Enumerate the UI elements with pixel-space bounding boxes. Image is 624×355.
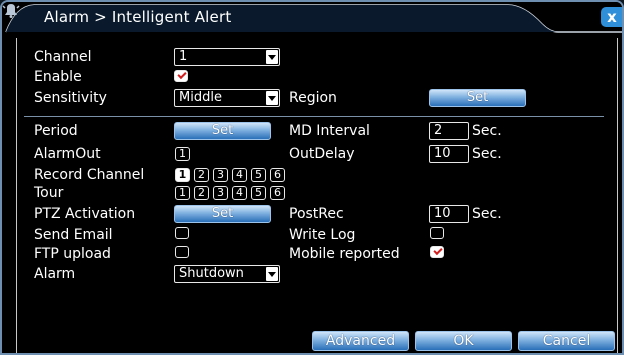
section-divider [24, 116, 604, 117]
channel-label: Channel [34, 49, 92, 65]
chevron-down-icon [266, 267, 278, 281]
sensitivity-label: Sensitivity [34, 90, 107, 106]
md-interval-label: MD Interval [289, 123, 370, 139]
sensitivity-select[interactable]: Middle [174, 89, 280, 107]
tour-label: Tour [34, 185, 64, 201]
record-channel-3[interactable]: 3 [213, 168, 228, 182]
alarmout-channel-1[interactable]: 1 [175, 147, 190, 161]
record-channel-2[interactable]: 2 [194, 168, 209, 182]
tour-channel-6[interactable]: 6 [270, 186, 285, 200]
advanced-button[interactable]: Advanced [312, 331, 409, 351]
close-button[interactable]: x [601, 7, 622, 27]
md-interval-input[interactable]: 2 [429, 122, 469, 140]
tour-channel-1[interactable]: 1 [175, 186, 190, 200]
record-channel-5[interactable]: 5 [251, 168, 266, 182]
ok-button[interactable]: OK [415, 331, 512, 351]
alarm-label: Alarm [34, 266, 76, 282]
tour-channel-5[interactable]: 5 [251, 186, 266, 200]
close-icon: x [607, 8, 617, 26]
postrec-input[interactable]: 10 [429, 205, 469, 223]
period-set-button[interactable]: Set [174, 122, 271, 140]
tour-channel-3[interactable]: 3 [213, 186, 228, 200]
record-channel-1[interactable]: 1 [175, 168, 190, 182]
mobile-reported-checkbox[interactable] [430, 246, 444, 258]
send-email-checkbox[interactable] [175, 227, 189, 239]
outdelay-unit: Sec. [472, 146, 502, 162]
alarm-bell-icon [2, 4, 20, 18]
alarm-value: Shutdown [179, 266, 244, 281]
chevron-down-icon [266, 91, 278, 105]
enable-checkbox[interactable] [174, 70, 188, 82]
chevron-down-icon [266, 50, 278, 64]
postrec-label: PostRec [289, 206, 344, 222]
tour-channel-4[interactable]: 4 [232, 186, 247, 200]
channel-value: 1 [179, 49, 188, 64]
region-label: Region [289, 90, 337, 106]
channel-select[interactable]: 1 [174, 48, 280, 66]
region-set-button[interactable]: Set [429, 89, 526, 107]
mobile-reported-label: Mobile reported [289, 246, 400, 262]
outdelay-input[interactable]: 10 [429, 145, 469, 163]
postrec-unit: Sec. [472, 206, 502, 222]
alarm-select[interactable]: Shutdown [174, 265, 280, 283]
tour-channel-2[interactable]: 2 [194, 186, 209, 200]
record-channel-6[interactable]: 6 [270, 168, 285, 182]
send-email-label: Send Email [34, 227, 113, 243]
title-bar: Alarm > Intelligent Alert x [2, 2, 622, 34]
sensitivity-value: Middle [179, 90, 222, 105]
window-title: Alarm > Intelligent Alert [44, 8, 232, 26]
write-log-checkbox[interactable] [430, 227, 444, 239]
enable-label: Enable [34, 69, 82, 85]
record-channel-label: Record Channel [34, 167, 145, 183]
period-label: Period [34, 123, 78, 139]
intelligent-alert-dialog: Alarm > Intelligent Alert x Channel 1 En… [0, 0, 624, 355]
ftp-upload-checkbox[interactable] [175, 246, 189, 258]
write-log-label: Write Log [289, 227, 356, 243]
ptz-activation-label: PTZ Activation [34, 206, 136, 222]
outdelay-label: OutDelay [289, 146, 355, 162]
ptz-set-button[interactable]: Set [174, 205, 271, 223]
cancel-button[interactable]: Cancel [518, 331, 615, 351]
alarmout-label: AlarmOut [34, 146, 101, 162]
md-interval-unit: Sec. [472, 123, 502, 139]
ftp-upload-label: FTP upload [34, 246, 111, 262]
content-frame [16, 38, 618, 353]
record-channel-4[interactable]: 4 [232, 168, 247, 182]
